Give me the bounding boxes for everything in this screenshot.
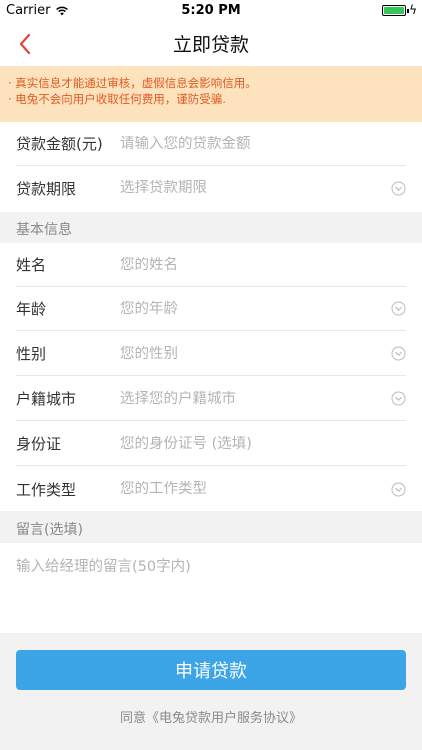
gender-select[interactable] — [120, 345, 391, 362]
notice-line-2: · 电兔不会向用户收取任何费用，谨防受骗. — [8, 92, 226, 106]
basic-info-header: 基本信息 — [16, 222, 72, 238]
page-title: 立即贷款 — [172, 34, 249, 56]
city-row[interactable]: 户籍城市 — [16, 377, 406, 421]
battery-level — [384, 7, 404, 14]
loan-group: 贷款金额(元) 贷款期限 — [0, 122, 422, 212]
name-label: 姓名 — [16, 256, 47, 274]
name-row: 姓名 — [16, 243, 406, 287]
loan-amount-input[interactable] — [120, 135, 406, 152]
city-label: 户籍城市 — [16, 390, 77, 408]
notice-line-1: · 真实信息才能通过审核，虚假信息会影响信用。 — [8, 76, 257, 90]
loan-amount-label: 贷款金额(元) — [16, 135, 103, 153]
chevron-down-icon — [391, 301, 406, 316]
loan-amount-row: 贷款金额(元) — [16, 122, 406, 166]
status-bar: Carrier 5:20 PM ϟ — [0, 0, 422, 20]
chevron-down-icon — [391, 391, 406, 406]
job-label: 工作类型 — [16, 480, 77, 499]
job-select[interactable] — [120, 481, 391, 497]
message-header: 留言(选填) — [16, 522, 83, 538]
status-time: 5:20 PM — [181, 3, 241, 18]
charging-icon: ϟ — [409, 3, 417, 17]
id-row: 身份证 — [16, 422, 406, 466]
chevron-down-icon — [391, 346, 406, 361]
gender-row[interactable]: 性别 — [16, 332, 406, 376]
age-label: 年龄 — [16, 300, 47, 318]
id-label: 身份证 — [16, 435, 62, 453]
message-textarea[interactable] — [16, 555, 406, 621]
chevron-down-icon — [391, 181, 406, 195]
name-input[interactable] — [120, 256, 406, 273]
nav-bar: 立即贷款 — [0, 20, 422, 66]
age-select[interactable] — [120, 300, 391, 317]
agreement-link[interactable]: 同意《电兔贷款用户服务协议》 — [0, 707, 422, 726]
loan-term-label: 贷款期限 — [16, 179, 77, 198]
chevron-down-icon — [391, 482, 406, 496]
gender-label: 性别 — [16, 345, 47, 363]
age-row[interactable]: 年龄 — [16, 287, 406, 331]
basic-info-group: 姓名 年龄 性别 户籍城市 身份证 工作类型 — [0, 243, 422, 511]
loan-term-select[interactable] — [120, 180, 391, 196]
battery-icon — [382, 5, 409, 16]
apply-loan-button[interactable]: 申请贷款 — [16, 650, 406, 690]
notice-banner: · 真实信息才能通过审核，虚假信息会影响信用。 · 电兔不会向用户收取任何费用，… — [0, 66, 422, 122]
loan-term-row[interactable]: 贷款期限 — [16, 166, 406, 210]
message-box — [0, 543, 422, 633]
job-row[interactable]: 工作类型 — [16, 467, 406, 511]
city-select[interactable] — [120, 390, 391, 407]
id-input[interactable] — [120, 435, 406, 452]
